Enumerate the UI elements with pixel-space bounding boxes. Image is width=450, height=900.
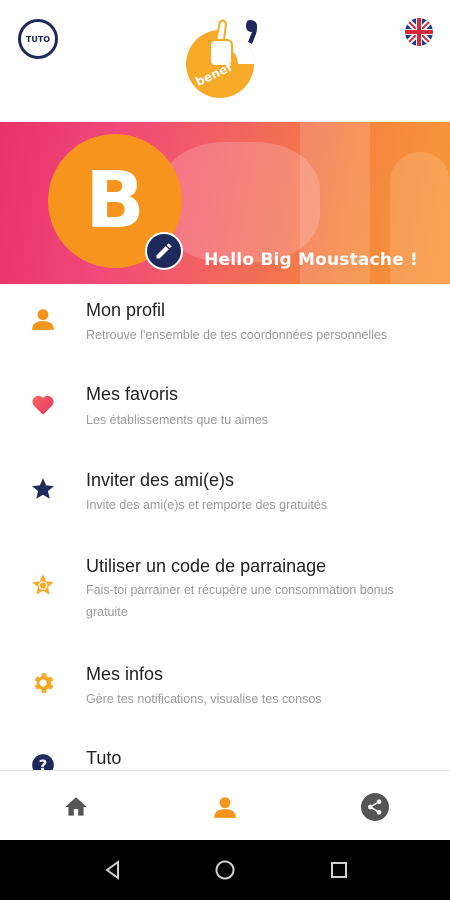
menu-item-title: Mes favoris xyxy=(86,384,179,404)
svg-text:?: ? xyxy=(39,756,48,770)
pencil-icon xyxy=(156,243,172,259)
menu-item-description: Fais-toi parrainer et récupère une conso… xyxy=(86,583,394,619)
menu-item-inviter[interactable]: Inviter des ami(e)s Invite des ami(e)s e… xyxy=(0,456,450,542)
system-recents-button[interactable] xyxy=(327,858,351,882)
profile-menu: Mon profil Retrouve l'ensemble de tes co… xyxy=(0,284,450,770)
banner-decoration xyxy=(160,142,320,262)
menu-item-tuto[interactable]: ? Tuto xyxy=(0,738,450,770)
recents-square-icon xyxy=(331,862,347,878)
edit-avatar-button[interactable] xyxy=(145,232,183,270)
heart-icon xyxy=(30,392,56,418)
home-icon xyxy=(65,797,87,816)
back-triangle-icon xyxy=(105,860,119,880)
system-back-button[interactable] xyxy=(101,858,125,882)
nav-share[interactable] xyxy=(361,793,389,821)
nav-home[interactable] xyxy=(62,793,90,821)
menu-item-title: Mon profil xyxy=(86,300,166,320)
help-icon: ? xyxy=(30,752,56,770)
person-icon xyxy=(30,306,56,332)
benef-logo: benef xyxy=(186,19,258,98)
avatar-initial: B xyxy=(85,156,145,246)
menu-item-parrainage[interactable]: Utiliser un code de parrainage Fais-toi … xyxy=(0,542,450,652)
tuto-button[interactable]: TUTO xyxy=(18,19,58,59)
tuto-label: TUTO xyxy=(25,34,51,44)
home-circle-icon xyxy=(215,860,235,880)
gear-icon xyxy=(30,670,56,696)
menu-item-description: Retrouve l'ensemble de tes coordonnées p… xyxy=(86,328,388,342)
profile-banner: B Hello Big Moustache ! xyxy=(0,122,450,284)
menu-item-title: Mes infos xyxy=(86,664,164,684)
person-icon xyxy=(214,797,236,818)
nav-profile[interactable] xyxy=(211,793,239,821)
uk-flag-icon[interactable] xyxy=(405,18,433,46)
top-bar: TUTO benef xyxy=(0,0,450,122)
share-icon xyxy=(361,793,389,821)
system-home-button[interactable] xyxy=(213,858,237,882)
menu-item-description: Gère tes notifications, visualise tes co… xyxy=(86,692,322,706)
menu-item-mon-profil[interactable]: Mon profil Retrouve l'ensemble de tes co… xyxy=(0,284,450,370)
star-icon xyxy=(30,476,56,502)
menu-item-mes-infos[interactable]: Mes infos Gère tes notifications, visual… xyxy=(0,652,450,738)
greeting-text: Hello Big Moustache ! xyxy=(204,250,418,270)
menu-item-title: Tuto xyxy=(86,748,122,768)
menu-item-description: Les établissements que tu aimes xyxy=(86,413,269,427)
system-navigation-bar xyxy=(0,840,450,900)
menu-item-mes-favoris[interactable]: Mes favoris Les établissements que tu ai… xyxy=(0,370,450,456)
bottom-navigation xyxy=(0,770,450,840)
badge-star-icon xyxy=(30,572,56,598)
menu-item-title: Utiliser un code de parrainage xyxy=(86,556,327,576)
menu-item-description: Invite des ami(e)s et remporte des gratu… xyxy=(86,498,328,512)
menu-item-title: Inviter des ami(e)s xyxy=(86,470,235,490)
